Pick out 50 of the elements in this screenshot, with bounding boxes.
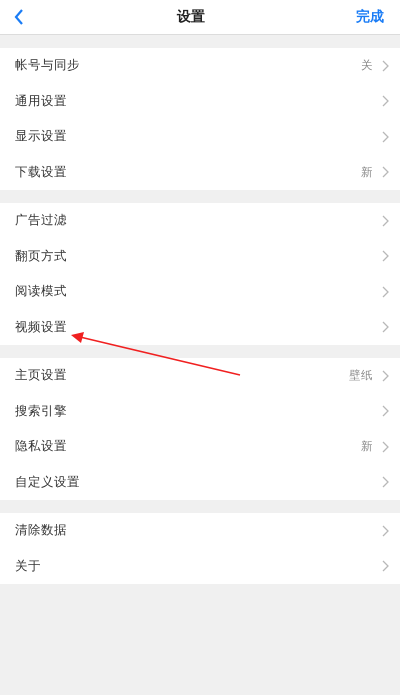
chevron-icon — [382, 60, 389, 72]
chevron-icon — [382, 130, 389, 143]
settings-row[interactable]: 广告过滤 — [0, 203, 400, 238]
row-label: 关于 — [15, 558, 42, 575]
settings-row[interactable]: 显示设置 — [0, 119, 400, 154]
chevron-icon — [382, 405, 389, 418]
settings-row[interactable]: 关于 — [0, 548, 400, 584]
chevron-icon — [382, 95, 389, 108]
chevron-icon — [382, 370, 389, 382]
settings-row[interactable]: 主页设置 壁纸 — [0, 358, 400, 394]
settings-row[interactable]: 视频设置 — [0, 310, 400, 345]
row-value: 壁纸 — [349, 368, 373, 384]
settings-row[interactable]: 下载设置 新 — [0, 154, 400, 190]
chevron-icon — [382, 286, 389, 298]
settings-row[interactable]: 翻页方式 — [0, 238, 400, 274]
settings-row[interactable]: 搜索引擎 — [0, 394, 400, 429]
settings-row[interactable]: 通用设置 — [0, 84, 400, 119]
page-title: 设置 — [177, 8, 205, 26]
row-label: 广告过滤 — [15, 212, 68, 230]
chevron-icon — [382, 476, 389, 488]
row-value: 关 — [361, 58, 373, 74]
chevron-icon — [382, 166, 389, 178]
back-button[interactable] — [12, 7, 26, 27]
row-value: 新 — [361, 439, 373, 454]
row-label: 下载设置 — [15, 164, 68, 181]
row-label: 显示设置 — [15, 128, 68, 146]
settings-row[interactable]: 自定义设置 — [0, 464, 400, 500]
row-label: 搜索引擎 — [15, 402, 68, 420]
done-button[interactable]: 完成 — [356, 8, 384, 26]
row-label: 视频设置 — [15, 318, 68, 336]
row-label: 翻页方式 — [15, 248, 68, 265]
back-icon — [14, 9, 24, 25]
settings-row[interactable]: 帐号与同步 关 — [0, 48, 400, 84]
row-label: 通用设置 — [15, 92, 68, 110]
chevron-icon — [382, 524, 389, 537]
row-label: 主页设置 — [15, 367, 68, 384]
settings-row[interactable]: 隐私设置 新 — [0, 429, 400, 464]
settings-row[interactable]: 清除数据 — [0, 513, 400, 548]
chevron-icon — [382, 250, 389, 262]
chevron-icon — [382, 560, 389, 572]
row-label: 自定义设置 — [15, 474, 81, 491]
row-label: 隐私设置 — [15, 438, 68, 456]
settings-row[interactable]: 阅读模式 — [0, 274, 400, 310]
chevron-icon — [382, 321, 389, 334]
chevron-icon — [382, 440, 389, 453]
row-label: 阅读模式 — [15, 283, 68, 300]
row-label: 帐号与同步 — [15, 57, 81, 74]
row-label: 清除数据 — [15, 522, 68, 540]
chevron-icon — [382, 214, 389, 227]
row-value: 新 — [361, 164, 373, 180]
